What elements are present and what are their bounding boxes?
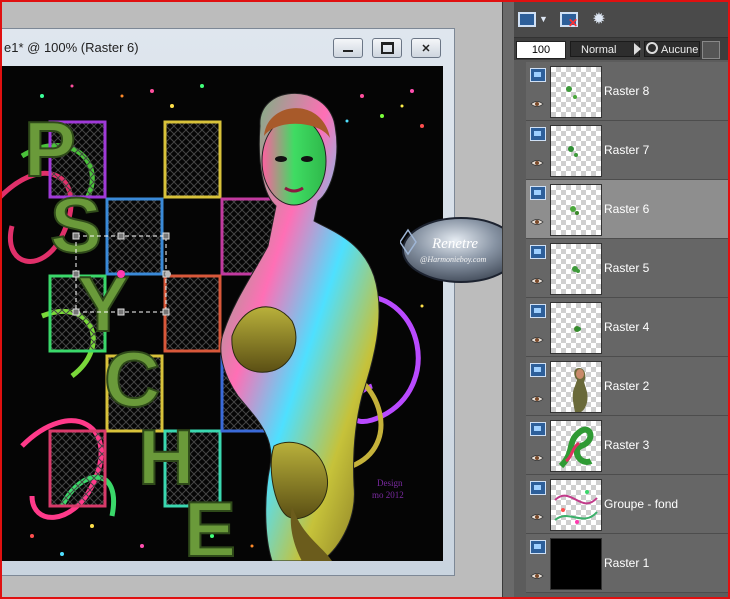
layer-type-icon[interactable]	[530, 481, 546, 495]
new-layer-button[interactable]: ▼	[518, 8, 548, 30]
layer-row[interactable]: Raster 5	[526, 239, 728, 298]
eye-icon[interactable]	[530, 214, 544, 225]
document-window: e1* @ 100% (Raster 6) ✕ P S Y C H E Desi…	[2, 28, 455, 576]
layer-row[interactable]: Raster 7	[526, 121, 728, 180]
layer-type-icon[interactable]	[530, 186, 546, 200]
delete-layer-icon: ✕	[560, 11, 578, 29]
layer-name[interactable]: Raster 8	[604, 84, 649, 98]
new-layer-icon	[518, 11, 537, 27]
layer-row[interactable]: Raster 4	[526, 298, 728, 357]
handle-top-right[interactable]	[162, 232, 170, 240]
layer-properties-button[interactable]: ✹	[588, 8, 610, 30]
layer-name[interactable]: Raster 6	[604, 202, 649, 216]
layer-type-icon[interactable]	[530, 304, 546, 318]
layer-type-icon[interactable]	[530, 245, 546, 259]
letter-c: C	[104, 335, 160, 423]
restore-button[interactable]	[372, 38, 402, 58]
handle-left[interactable]	[72, 270, 80, 278]
layer-name[interactable]: Raster 5	[604, 261, 649, 275]
minimize-button[interactable]	[333, 38, 363, 58]
layer-type-icon[interactable]	[530, 363, 546, 377]
layer-type-icon[interactable]	[530, 127, 546, 141]
svg-text:@Harmonieboy.com: @Harmonieboy.com	[420, 255, 486, 264]
eye-icon[interactable]	[530, 332, 544, 343]
handle-bottom[interactable]	[117, 308, 125, 316]
layer-row[interactable]: Raster 3	[526, 416, 728, 475]
restore-icon	[380, 42, 394, 54]
rotation-pivot[interactable]	[117, 270, 125, 278]
gear-icon: ✹	[592, 11, 606, 28]
eye-icon[interactable]	[530, 273, 544, 284]
close-icon: ✕	[421, 42, 431, 55]
letter-s: S	[50, 181, 102, 269]
layer-row[interactable]: Raster 2	[526, 357, 728, 416]
letter-e: E	[184, 485, 236, 561]
layers-toolbar: ▼ ✕ ✹	[514, 2, 728, 38]
layer-thumbnail[interactable]	[550, 538, 602, 590]
layer-row[interactable]: Raster 1	[526, 534, 728, 593]
artwork: P S Y C H E Design mo 2012	[2, 84, 434, 561]
layer-type-icon[interactable]	[530, 422, 546, 436]
layer-type-icon[interactable]	[530, 68, 546, 82]
svg-text:Renetre: Renetre	[431, 236, 478, 252]
rotate-handle[interactable]	[165, 271, 171, 277]
layer-options-bar: 100 Normal Aucune	[514, 38, 728, 60]
layer-type-icon[interactable]	[530, 540, 546, 554]
layer-row[interactable]: Groupe - fond	[526, 475, 728, 534]
close-button[interactable]: ✕	[411, 38, 441, 58]
layer-thumbnail[interactable]	[550, 302, 602, 354]
woman-figure	[220, 92, 380, 561]
layer-thumbnail[interactable]	[550, 184, 602, 236]
layer-row[interactable]: Raster 8	[526, 62, 728, 121]
handle-top-left[interactable]	[72, 232, 80, 240]
layer-thumbnail[interactable]	[550, 420, 602, 472]
layer-name[interactable]: Raster 1	[604, 556, 649, 570]
artist-signature-year: mo 2012	[372, 490, 404, 500]
eye-icon[interactable]	[530, 450, 544, 461]
layer-thumbnail[interactable]	[550, 361, 602, 413]
delete-layer-button[interactable]: ✕	[558, 8, 580, 30]
handle-top[interactable]	[117, 232, 125, 240]
layer-name[interactable]: Raster 4	[604, 320, 649, 334]
opacity-input[interactable]: 100	[516, 41, 566, 59]
eye-icon[interactable]	[530, 568, 544, 579]
layer-name[interactable]: Raster 2	[604, 379, 649, 393]
blend-mode-select[interactable]: Normal	[570, 41, 640, 57]
handle-bottom-right[interactable]	[162, 308, 170, 316]
layer-name[interactable]: Raster 3	[604, 438, 649, 452]
image-canvas[interactable]: P S Y C H E Design mo 2012	[2, 66, 443, 561]
layer-thumbnail[interactable]	[550, 243, 602, 295]
document-titlebar[interactable]: e1* @ 100% (Raster 6) ✕	[2, 29, 454, 65]
document-title: e1* @ 100% (Raster 6)	[4, 40, 139, 55]
eye-icon[interactable]	[530, 509, 544, 520]
minimize-icon	[343, 50, 353, 52]
app-frame: e1* @ 100% (Raster 6) ✕ P S Y C H E Desi…	[0, 0, 730, 599]
layer-thumbnail[interactable]	[550, 479, 602, 531]
lock-toggle-button[interactable]	[702, 41, 720, 59]
chevron-down-icon: ▼	[539, 14, 548, 24]
layers-panel: ▼ ✕ ✹ 100 Normal Aucune Raster 8 Raster …	[514, 2, 728, 597]
layer-name[interactable]: Groupe - fond	[604, 497, 678, 511]
layer-thumbnail[interactable]	[550, 66, 602, 118]
layer-thumbnail[interactable]	[550, 125, 602, 177]
eye-icon[interactable]	[530, 391, 544, 402]
artist-signature: Design	[377, 478, 403, 488]
eye-icon[interactable]	[530, 155, 544, 166]
eye-icon[interactable]	[530, 96, 544, 107]
layer-name[interactable]: Raster 7	[604, 143, 649, 157]
handle-bottom-left[interactable]	[72, 308, 80, 316]
layer-row[interactable]: Raster 6	[526, 180, 728, 239]
blend-mode-arrow-icon	[634, 43, 641, 55]
letter-p: P	[24, 105, 76, 193]
